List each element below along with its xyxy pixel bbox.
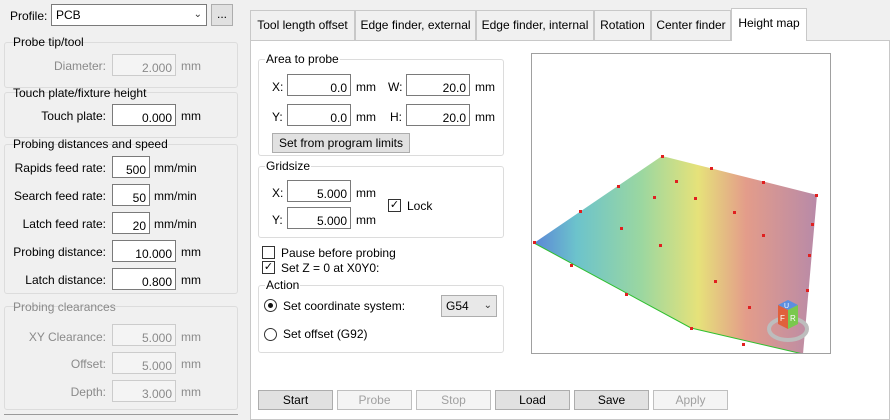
- latch-feed-unit: mm/min: [154, 217, 197, 231]
- profile-value: PCB: [56, 8, 81, 22]
- area-x-unit: mm: [356, 80, 376, 94]
- profile-browse-button[interactable]: ...: [211, 4, 233, 26]
- set-z-zero-label: Set Z = 0 at X0Y0:: [281, 261, 380, 275]
- probing-distance-unit: mm: [181, 245, 201, 259]
- area-y-label: Y:: [272, 110, 283, 124]
- latch-distance-unit: mm: [181, 273, 201, 287]
- load-button[interactable]: Load: [495, 390, 570, 410]
- grid-y-label: Y:: [272, 213, 283, 227]
- xy-clearance-unit: mm: [181, 330, 201, 344]
- tab-rotation[interactable]: Rotation: [594, 10, 651, 40]
- search-label: Search feed rate:: [13, 189, 106, 203]
- chevron-down-icon: ⌄: [193, 9, 202, 20]
- view-cube-graphic: U F R: [767, 300, 809, 342]
- latch-distance-label: Latch distance:: [25, 273, 106, 287]
- save-button[interactable]: Save: [574, 390, 649, 410]
- apply-button[interactable]: Apply: [653, 390, 728, 410]
- area-x-label: X:: [272, 80, 284, 94]
- clearances-title: Probing clearances: [13, 300, 116, 314]
- grid-x-label: X:: [272, 186, 284, 200]
- gridsize-title: Gridsize: [265, 159, 312, 173]
- probe-button[interactable]: Probe: [337, 390, 412, 410]
- area-h-field[interactable]: 20.0: [406, 104, 470, 126]
- profile-label: Profile:: [10, 9, 48, 23]
- area-h-unit: mm: [475, 110, 495, 124]
- area-y-unit: mm: [356, 110, 376, 124]
- profile-select[interactable]: PCB ⌄: [51, 4, 207, 26]
- view-cube-icon[interactable]: U F R: [766, 299, 826, 349]
- probing-distance-field[interactable]: 10.000: [112, 240, 176, 262]
- lock-label: Lock: [407, 199, 433, 213]
- coordinate-system-select[interactable]: G54 ⌄: [441, 295, 497, 317]
- touch-plate-title: Touch plate/fixture height: [13, 86, 147, 100]
- xy-clearance-field[interactable]: 5.000: [112, 324, 176, 346]
- rapids-label: Rapids feed rate:: [14, 161, 106, 175]
- set-from-program-limits-button[interactable]: Set from program limits: [272, 133, 410, 153]
- depth-field[interactable]: 3.000: [112, 380, 176, 402]
- height-map-view[interactable]: U F R: [531, 53, 831, 354]
- tab-tool-length-offset[interactable]: Tool length offset: [250, 10, 355, 40]
- lock-checkbox[interactable]: ✓: [388, 199, 401, 212]
- search-field[interactable]: 50: [112, 184, 150, 206]
- grid-y-unit: mm: [356, 213, 376, 227]
- probing-title: Probing distances and speed: [13, 137, 168, 151]
- area-title: Area to probe: [265, 52, 340, 66]
- tab-center-finder[interactable]: Center finder: [651, 10, 731, 40]
- depth-unit: mm: [181, 385, 201, 399]
- grid-y-field[interactable]: 5.000: [287, 207, 351, 229]
- rapids-field[interactable]: 500: [112, 156, 150, 178]
- latch-distance-field[interactable]: 0.800: [112, 268, 176, 290]
- coordinate-system-value: G54: [446, 299, 469, 313]
- action-title: Action: [265, 278, 301, 292]
- set-z-zero-checkbox[interactable]: ✓: [262, 261, 275, 274]
- area-h-label: H:: [390, 110, 402, 124]
- probing-distance-label: Probing distance:: [13, 245, 106, 259]
- pause-before-probing-label: Pause before probing: [281, 246, 396, 260]
- tab-edge-finder-external[interactable]: Edge finder, external: [355, 10, 476, 40]
- start-button[interactable]: Start: [258, 390, 333, 410]
- area-x-field[interactable]: 0.0: [287, 74, 351, 96]
- stop-button[interactable]: Stop: [416, 390, 491, 410]
- diameter-field[interactable]: 2.000: [112, 54, 176, 76]
- diameter-label: Diameter:: [53, 59, 106, 73]
- grid-x-field[interactable]: 5.000: [287, 180, 351, 202]
- grid-x-unit: mm: [356, 186, 376, 200]
- probe-tip-title: Probe tip/tool: [13, 35, 84, 49]
- set-coordinate-system-label: Set coordinate system:: [283, 299, 406, 313]
- svg-text:U: U: [784, 303, 789, 310]
- chevron-down-icon: ⌄: [483, 300, 492, 311]
- area-w-label: W:: [388, 80, 403, 94]
- set-offset-label: Set offset (G92): [283, 327, 368, 341]
- search-unit: mm/min: [154, 189, 197, 203]
- area-y-field[interactable]: 0.0: [287, 104, 351, 126]
- area-w-unit: mm: [475, 80, 495, 94]
- rapids-unit: mm/min: [154, 161, 197, 175]
- tab-edge-finder-internal[interactable]: Edge finder, internal: [476, 10, 594, 40]
- latch-feed-label: Latch feed rate:: [22, 217, 106, 231]
- offset-label: Offset:: [70, 357, 106, 371]
- touch-plate-field[interactable]: 0.000: [112, 104, 176, 126]
- left-panel-bottom-edge: [4, 414, 238, 420]
- set-offset-radio[interactable]: [264, 328, 277, 341]
- area-w-field[interactable]: 20.0: [406, 74, 470, 96]
- set-coordinate-system-radio[interactable]: [264, 299, 277, 312]
- latch-feed-field[interactable]: 20: [112, 212, 150, 234]
- depth-label: Depth:: [70, 385, 106, 399]
- svg-text:F: F: [780, 314, 785, 323]
- tab-height-map[interactable]: Height map: [731, 8, 807, 41]
- offset-unit: mm: [181, 357, 201, 371]
- diameter-unit: mm: [181, 59, 201, 73]
- touch-plate-unit: mm: [181, 109, 201, 123]
- svg-text:R: R: [790, 314, 796, 323]
- touch-plate-label: Touch plate:: [41, 109, 106, 123]
- offset-field[interactable]: 5.000: [112, 352, 176, 374]
- xy-clearance-label: XY Clearance:: [28, 330, 106, 344]
- pause-before-probing-checkbox[interactable]: [262, 246, 275, 259]
